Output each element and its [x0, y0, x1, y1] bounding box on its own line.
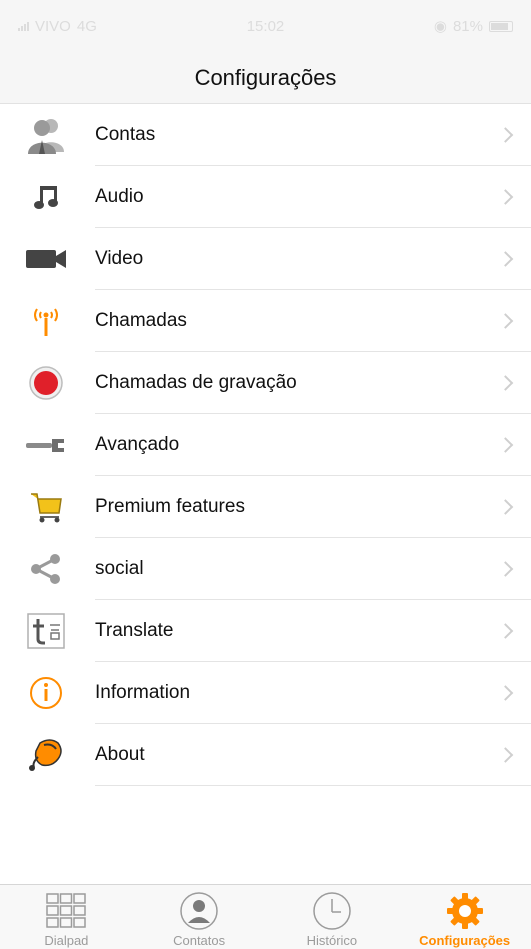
settings-item-label: Audio — [95, 186, 144, 207]
chevron-right-icon — [497, 685, 514, 701]
settings-item-chamadas-de-gravacao[interactable]: Chamadas de gravação — [0, 352, 531, 414]
chevron-right-icon — [497, 251, 514, 267]
tab-label: Contatos — [173, 933, 226, 948]
clock-icon — [310, 891, 354, 931]
chevron-right-icon — [497, 561, 514, 577]
contacts-icon — [177, 891, 221, 931]
chevron-right-icon — [497, 747, 514, 763]
shopping-cart-icon — [22, 487, 70, 527]
settings-item-video[interactable]: Video — [0, 228, 531, 290]
settings-item-label: Chamadas de gravação — [95, 372, 297, 393]
settings-item-chamadas[interactable]: Chamadas — [0, 290, 531, 352]
tab-contatos[interactable]: Contatos — [139, 885, 259, 948]
gear-icon — [443, 891, 487, 931]
settings-item-label: Avançado — [95, 434, 180, 455]
nav-bar: Configurações — [0, 52, 531, 104]
account-icon — [22, 115, 70, 155]
battery-percent: 81% — [452, 17, 483, 35]
tab-historico[interactable]: Histórico — [272, 885, 392, 948]
settings-item-label: About — [95, 744, 145, 765]
settings-item-premium-features[interactable]: Premium features — [0, 476, 531, 538]
lock-rotation-icon: ◉ — [433, 18, 447, 35]
tab-label: Configurações — [419, 933, 511, 948]
chevron-right-icon — [497, 499, 514, 515]
signal-icon — [18, 21, 29, 31]
settings-item-audio[interactable]: Audio — [0, 166, 531, 228]
status-bar: VIVO 4G 15:02 ◉ 81% — [0, 0, 531, 52]
chevron-right-icon — [497, 127, 514, 143]
chevron-right-icon — [497, 189, 514, 205]
about-icon — [22, 735, 70, 775]
share-icon — [22, 549, 70, 589]
chevron-right-icon — [497, 313, 514, 329]
dialpad-icon — [44, 891, 88, 931]
tab-label: Histórico — [306, 933, 358, 948]
wrench-icon — [22, 425, 70, 465]
settings-item-translate[interactable]: Translate — [0, 600, 531, 662]
status-left: VIVO 4G — [18, 18, 97, 35]
settings-item-social[interactable]: social — [0, 538, 531, 600]
record-icon — [22, 363, 70, 403]
settings-item-label: Translate — [95, 620, 174, 641]
status-right: ◉ 81% — [434, 17, 513, 35]
translate-icon — [22, 611, 70, 651]
tab-configuracoes[interactable]: Configurações — [405, 885, 525, 948]
settings-item-contas[interactable]: Contas — [0, 104, 531, 166]
tab-bar: Dialpad Contatos Histórico Configurações — [0, 884, 531, 949]
chevron-right-icon — [497, 375, 514, 391]
settings-item-label: Contas — [95, 124, 156, 145]
network-label: 4G — [76, 17, 97, 35]
chevron-right-icon — [497, 437, 514, 453]
video-camera-icon — [22, 239, 70, 279]
battery-icon — [489, 20, 513, 32]
info-icon — [22, 673, 70, 713]
settings-item-information[interactable]: Information — [0, 662, 531, 724]
settings-item-label: social — [95, 558, 144, 579]
settings-item-label: Premium features — [95, 496, 245, 517]
chevron-right-icon — [497, 623, 514, 639]
settings-item-label: Information — [95, 682, 191, 703]
page-title: Configurações — [194, 64, 337, 90]
tab-dialpad[interactable]: Dialpad — [6, 885, 126, 948]
settings-item-label: Chamadas — [95, 310, 187, 331]
antenna-icon — [22, 301, 70, 341]
settings-item-avancado[interactable]: Avançado — [0, 414, 531, 476]
music-note-icon — [22, 177, 70, 217]
settings-item-about[interactable]: About — [0, 724, 531, 786]
carrier-label: VIVO — [35, 17, 71, 35]
settings-list: Contas Audio Video Chamadas Chamadas de … — [0, 104, 531, 786]
tab-label: Dialpad — [44, 933, 89, 948]
settings-item-label: Video — [95, 248, 144, 269]
